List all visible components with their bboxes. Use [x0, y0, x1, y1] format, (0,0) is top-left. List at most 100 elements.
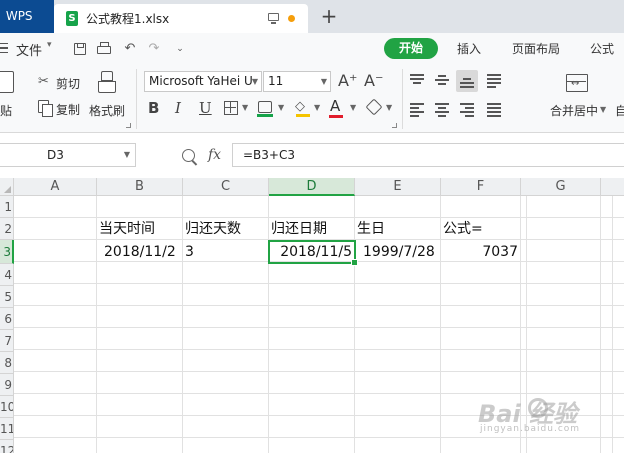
- chevron-down-icon[interactable]: ▼: [386, 103, 392, 112]
- redo-icon[interactable]: ↷: [146, 41, 162, 57]
- zoom-icon[interactable]: [182, 149, 195, 162]
- font-name-select[interactable]: Microsoft YaHei U ▼: [144, 71, 262, 92]
- underline-icon[interactable]: U: [199, 99, 212, 117]
- row-header-5[interactable]: 5: [0, 286, 14, 308]
- insert-function-icon[interactable]: fx: [208, 147, 221, 163]
- undo-icon[interactable]: ↶: [122, 41, 138, 57]
- increase-font-icon[interactable]: A⁺: [338, 71, 357, 90]
- chevron-down-icon[interactable]: ▼: [278, 103, 284, 112]
- tab-page-layout[interactable]: 页面布局: [512, 40, 560, 57]
- cell-b2[interactable]: 当天时间: [97, 218, 183, 240]
- spreadsheet-file-icon: S: [66, 11, 78, 26]
- row-header-10[interactable]: 10: [0, 396, 14, 418]
- menu-bar: 文件 ▾ ↶ ↷ ⌄ 开始 插入 页面布局 公式: [0, 33, 624, 65]
- row-header-6[interactable]: 6: [0, 308, 14, 330]
- chevron-down-icon[interactable]: ▼: [600, 105, 606, 114]
- cut-button[interactable]: 剪切: [56, 75, 80, 92]
- watermark-url: jingyan.baidu.com: [480, 424, 581, 434]
- cell-b3[interactable]: 2018/11/2: [97, 240, 183, 264]
- row-header-9[interactable]: 9: [0, 374, 14, 396]
- decrease-font-icon[interactable]: A⁻: [364, 71, 383, 90]
- row-header-2[interactable]: 2: [0, 218, 14, 240]
- column-header-g[interactable]: G: [521, 178, 601, 196]
- tab-home[interactable]: 开始: [384, 38, 438, 59]
- align-bottom-icon: [460, 75, 474, 88]
- row-header-3[interactable]: 3: [0, 240, 14, 264]
- save-icon[interactable]: [72, 41, 88, 57]
- print-icon[interactable]: [96, 41, 112, 57]
- chevron-down-icon[interactable]: ▼: [314, 103, 320, 112]
- align-middle-icon[interactable]: [435, 74, 449, 86]
- copy-icon[interactable]: [38, 100, 53, 117]
- font-size-select[interactable]: 11 ▼: [263, 71, 331, 92]
- column-header-a[interactable]: A: [14, 178, 97, 196]
- column-header-d[interactable]: D: [269, 178, 355, 196]
- customize-chevron-icon[interactable]: ⌄: [172, 41, 188, 57]
- column-header-b[interactable]: B: [97, 178, 183, 196]
- select-all-corner[interactable]: [0, 178, 14, 196]
- column-header-e[interactable]: E: [355, 178, 441, 196]
- fill-color-icon[interactable]: ◇: [295, 100, 309, 114]
- tab-formulas[interactable]: 公式: [590, 40, 614, 57]
- file-menu[interactable]: 文件: [16, 40, 42, 59]
- tab-insert[interactable]: 插入: [457, 40, 481, 57]
- row-header-1[interactable]: 1: [0, 196, 14, 218]
- bold-icon[interactable]: B: [148, 99, 159, 117]
- clipboard-group-launcher-icon[interactable]: [126, 123, 131, 128]
- cell-e3[interactable]: 1999/7/28: [355, 240, 441, 264]
- file-tab-title: 公式教程1.xlsx: [86, 12, 170, 26]
- paste-label: 粘贴: [0, 104, 13, 118]
- cell-e2[interactable]: 生日: [355, 218, 441, 240]
- chevron-down-icon: ▼: [123, 150, 130, 159]
- row-header-8[interactable]: 8: [0, 352, 14, 374]
- formula-input[interactable]: =B3+C3: [232, 143, 624, 167]
- format-painter-icon[interactable]: [98, 71, 116, 95]
- fill-color-swatch: [296, 114, 310, 117]
- column-header-f[interactable]: F: [441, 178, 521, 196]
- row-header-11[interactable]: 11: [0, 418, 14, 440]
- font-group-launcher-icon[interactable]: [392, 123, 397, 128]
- format-painter-button[interactable]: 格式刷: [89, 102, 125, 119]
- cell-c2[interactable]: 归还天数: [183, 218, 269, 240]
- scissors-icon[interactable]: ✂: [38, 74, 49, 89]
- file-tab[interactable]: S 公式教程1.xlsx: [54, 4, 308, 33]
- wrap-icon[interactable]: [487, 74, 501, 88]
- monitor-icon[interactable]: [268, 13, 279, 24]
- chevron-down-icon[interactable]: ▼: [242, 103, 248, 112]
- italic-icon[interactable]: I: [175, 99, 181, 117]
- align-center-icon[interactable]: [435, 103, 449, 117]
- paste-icon[interactable]: [0, 71, 14, 93]
- column-header-c[interactable]: C: [183, 178, 269, 196]
- cell-style-icon[interactable]: [257, 101, 273, 117]
- chevron-down-icon[interactable]: ▼: [350, 103, 356, 112]
- cell-c3[interactable]: 3: [183, 240, 269, 264]
- chevron-down-icon[interactable]: ▾: [47, 40, 52, 50]
- row-header-7[interactable]: 7: [0, 330, 14, 352]
- cell-f3[interactable]: 7037: [441, 240, 521, 264]
- group-divider: [402, 69, 403, 129]
- row-header-4[interactable]: 4: [0, 264, 14, 286]
- unsaved-dot-icon: [288, 15, 295, 22]
- font-color-icon[interactable]: A: [330, 97, 340, 115]
- justify-icon[interactable]: [487, 103, 501, 117]
- new-tab-button[interactable]: +: [318, 4, 340, 29]
- column-header-blank[interactable]: [601, 178, 624, 196]
- borders-icon[interactable]: [224, 101, 238, 115]
- auto-wrap-button[interactable]: 自: [615, 102, 624, 119]
- cell-d3[interactable]: 2018/11/5: [268, 240, 358, 266]
- clear-format-icon[interactable]: [365, 98, 383, 116]
- merge-center-icon[interactable]: [566, 74, 588, 92]
- align-right-icon[interactable]: [460, 103, 474, 117]
- row-header-12[interactable]: 12: [0, 440, 14, 453]
- wps-app-tab[interactable]: WPS: [0, 0, 54, 33]
- merge-center-button[interactable]: 合并居中: [550, 102, 598, 119]
- align-top-icon[interactable]: [410, 74, 424, 86]
- paste-button[interactable]: 粘贴: [0, 102, 12, 119]
- align-left-icon[interactable]: [410, 103, 424, 117]
- copy-button[interactable]: 复制: [56, 101, 80, 118]
- cell-d2[interactable]: 归还日期: [269, 218, 355, 240]
- chevron-down-icon: ▼: [251, 77, 258, 86]
- menu-icon[interactable]: [0, 43, 8, 53]
- cell-f2[interactable]: 公式=: [441, 218, 521, 240]
- name-box[interactable]: D3 ▼: [0, 143, 136, 167]
